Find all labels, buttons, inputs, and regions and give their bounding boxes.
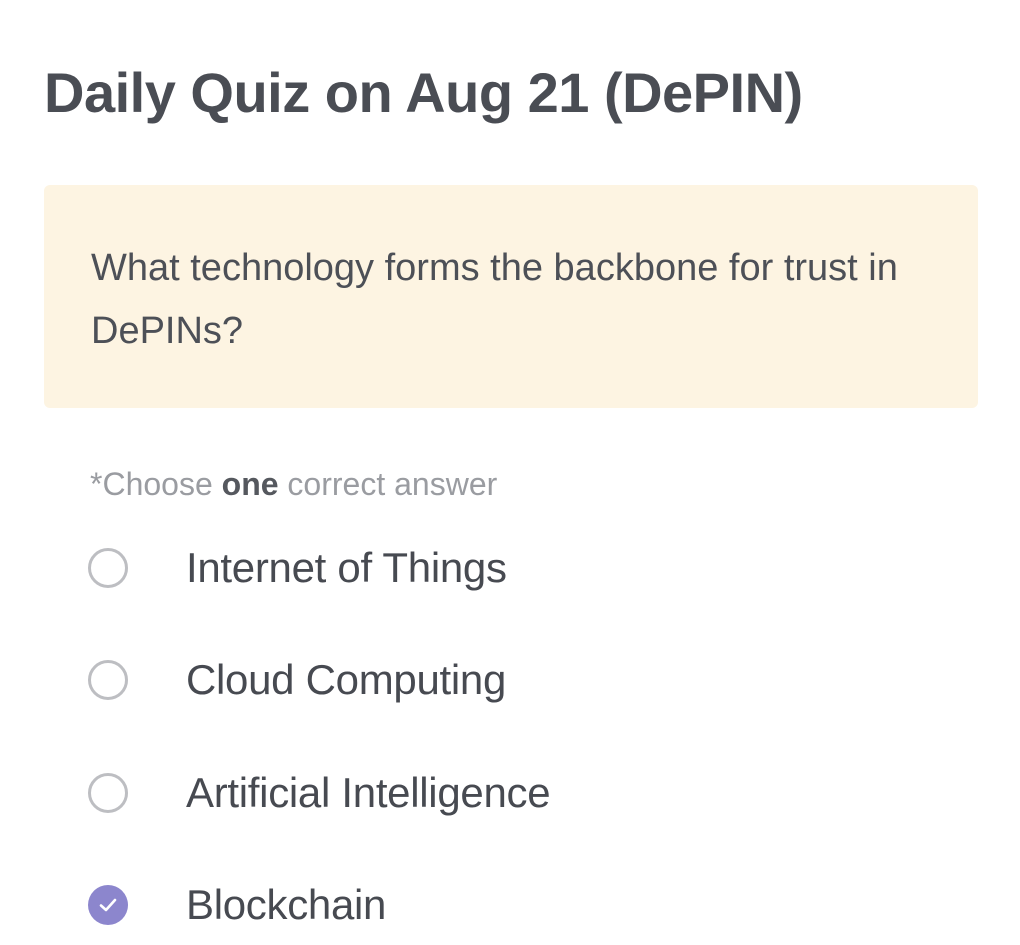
answer-instruction: *Choose one correct answer bbox=[90, 462, 497, 506]
checkmark-icon bbox=[99, 898, 117, 912]
option-label: Blockchain bbox=[186, 881, 387, 928]
instruction-emphasis: one bbox=[221, 466, 279, 502]
radio-empty-icon[interactable] bbox=[88, 660, 128, 700]
question-box: What technology forms the backbone for t… bbox=[44, 185, 978, 408]
option-cloud-computing[interactable]: Cloud Computing bbox=[88, 650, 788, 710]
option-artificial-intelligence[interactable]: Artificial Intelligence bbox=[88, 763, 788, 823]
question-text: What technology forms the backbone for t… bbox=[91, 247, 898, 352]
instruction-prefix: *Choose bbox=[90, 466, 222, 502]
option-blockchain[interactable]: Blockchain bbox=[88, 875, 788, 935]
radio-empty-icon[interactable] bbox=[88, 773, 128, 813]
option-label: Cloud Computing bbox=[186, 656, 507, 703]
check-circle-icon[interactable] bbox=[88, 885, 128, 925]
quiz-card: Daily Quiz on Aug 21 (DePIN) What techno… bbox=[0, 0, 1020, 945]
radio-empty-icon[interactable] bbox=[88, 548, 128, 588]
option-label: Artificial Intelligence bbox=[186, 769, 551, 816]
quiz-title: Daily Quiz on Aug 21 (DePIN) bbox=[44, 61, 803, 124]
instruction-suffix: correct answer bbox=[278, 466, 498, 502]
option-internet-of-things[interactable]: Internet of Things bbox=[88, 538, 788, 598]
option-label: Internet of Things bbox=[186, 544, 507, 591]
